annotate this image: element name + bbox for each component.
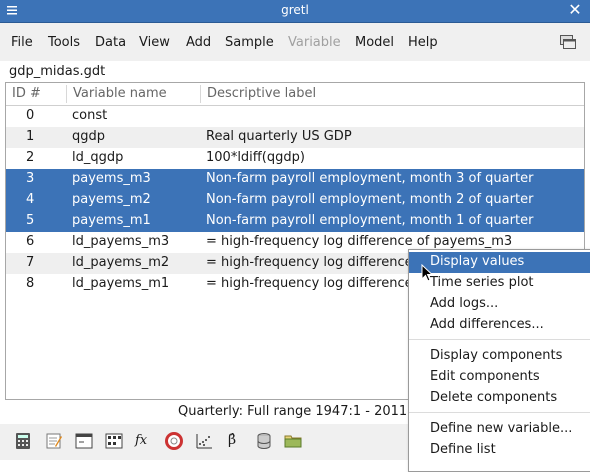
table-row-selected[interactable]: 4 payems_m2 Non-farm payroll employment,…: [6, 190, 584, 211]
menu-data[interactable]: Data: [95, 35, 126, 50]
menu-file[interactable]: File: [11, 35, 33, 50]
table-row[interactable]: 0 const: [6, 106, 584, 127]
menu-item-define-list[interactable]: Define list: [409, 440, 590, 461]
menu-item-delete-components[interactable]: Delete components: [409, 388, 590, 409]
row-label: = high-frequency log difference: [206, 255, 413, 270]
row-label: = high-frequency log difference of payem…: [206, 234, 513, 249]
row-label: Non-farm payroll employment, month 3 of …: [206, 171, 534, 186]
menu-add[interactable]: Add: [186, 35, 211, 50]
row-name: ld_payems_m2: [72, 255, 170, 270]
row-id: 3: [26, 171, 35, 186]
menu-sample[interactable]: Sample: [225, 35, 274, 50]
menu-model[interactable]: Model: [355, 35, 394, 50]
close-icon[interactable]: ✕: [566, 1, 584, 19]
row-name: payems_m2: [72, 192, 151, 207]
dataset-filename: gdp_midas.gdt: [9, 64, 106, 79]
table-row[interactable]: 2 ld_qgdp 100*ldiff(qgdp): [6, 148, 584, 169]
title-bar: gretl ✕: [0, 0, 590, 23]
menu-item-display-values[interactable]: Display values: [409, 252, 590, 273]
calculator-icon[interactable]: [14, 432, 32, 450]
row-id: 6: [26, 234, 35, 249]
table-row-selected[interactable]: 5 payems_m1 Non-farm payroll employment,…: [6, 211, 584, 232]
terminal-icon[interactable]: [75, 432, 93, 450]
row-label: Real quarterly US GDP: [206, 129, 352, 144]
function-icon[interactable]: fx: [135, 433, 157, 451]
row-name: payems_m1: [72, 213, 151, 228]
row-id: 0: [26, 108, 35, 123]
row-name: qgdp: [72, 129, 106, 144]
row-id: 5: [26, 213, 35, 228]
table-row-selected[interactable]: 3 payems_m3 Non-farm payroll employment,…: [6, 169, 584, 190]
menu-bar: File Tools Data View Add Sample Variable…: [0, 23, 590, 61]
help-icon[interactable]: [165, 432, 183, 450]
status-bar-text: Quarterly: Full range 1947:1 - 2011:: [178, 404, 412, 419]
row-id: 8: [26, 276, 35, 291]
folder-icon[interactable]: [284, 432, 302, 450]
list-header: ID # Variable name Descriptive label: [6, 83, 584, 106]
menu-item-add-logs[interactable]: Add logs...: [409, 294, 590, 315]
row-name: ld_payems_m3: [72, 234, 170, 249]
header-id[interactable]: ID #: [12, 86, 41, 101]
table-row[interactable]: 1 qgdp Real quarterly US GDP: [6, 127, 584, 148]
row-label: Non-farm payroll employment, month 1 of …: [206, 213, 534, 228]
menu-item-edit-components[interactable]: Edit components: [409, 367, 590, 388]
row-id: 1: [26, 129, 35, 144]
row-id: 7: [26, 255, 35, 270]
context-menu: Display values Time series plot Add logs…: [408, 249, 590, 472]
row-label: Non-farm payroll employment, month 2 of …: [206, 192, 534, 207]
row-name: ld_payems_m1: [72, 276, 170, 291]
row-label: = high-frequency log difference: [206, 276, 413, 291]
graph-icon[interactable]: [195, 432, 213, 450]
menu-item-time-series-plot[interactable]: Time series plot: [409, 273, 590, 294]
session-icon[interactable]: [105, 432, 123, 450]
menu-help[interactable]: Help: [408, 35, 438, 50]
row-name: payems_m3: [72, 171, 151, 186]
row-name: ld_qgdp: [72, 150, 124, 165]
menu-view[interactable]: View: [139, 35, 170, 50]
mouse-pointer-icon: [421, 264, 433, 282]
window-title: gretl: [281, 3, 309, 17]
header-variable-name[interactable]: Variable name: [73, 86, 167, 101]
windows-list-icon[interactable]: [560, 35, 576, 49]
menu-separator: [409, 339, 590, 340]
header-descriptive-label[interactable]: Descriptive label: [207, 86, 316, 101]
beta-icon[interactable]: β̂: [228, 432, 246, 450]
row-name: const: [72, 108, 108, 123]
menu-item-add-differences[interactable]: Add differences...: [409, 315, 590, 336]
row-id: 4: [26, 192, 35, 207]
menu-variable: Variable: [288, 35, 341, 50]
row-label: 100*ldiff(qgdp): [206, 150, 305, 165]
menu-item-define-new-variable[interactable]: Define new variable...: [409, 419, 590, 440]
menu-separator: [409, 412, 590, 413]
notepad-icon[interactable]: [45, 432, 63, 450]
menu-tools[interactable]: Tools: [48, 35, 80, 50]
menu-item-display-components[interactable]: Display components: [409, 346, 590, 367]
row-id: 2: [26, 150, 35, 165]
database-icon[interactable]: [255, 432, 273, 450]
